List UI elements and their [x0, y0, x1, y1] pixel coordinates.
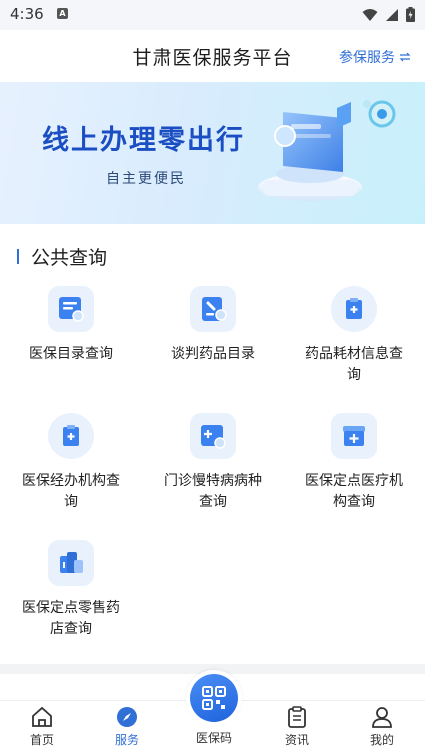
tab-label: 服务 — [114, 733, 139, 747]
insurance-service-label: 参保服务 — [339, 50, 395, 66]
section-title: 公共查询 — [31, 247, 108, 269]
service-label: 医保经办机构查询 — [22, 473, 120, 510]
wifi-icon — [362, 8, 378, 21]
chronic-disease-search-icon — [190, 413, 236, 459]
supplies-clipboard-icon — [331, 286, 377, 332]
notification-icon: A — [57, 8, 68, 19]
service-label: 医保目录查询 — [29, 346, 113, 362]
drug-list-icon — [190, 286, 236, 332]
tab-label: 医保码 — [195, 731, 232, 745]
medical-institution-icon — [331, 413, 377, 459]
agency-clipboard-icon — [48, 413, 94, 459]
service-label: 门诊慢特病病种查询 — [164, 473, 262, 510]
home-icon — [32, 706, 52, 727]
status-icons — [362, 7, 415, 22]
service-item-chronic-disease[interactable]: 门诊慢特病病种查询 — [142, 413, 284, 513]
banner-subline: 自主更便民 — [106, 171, 186, 187]
insurance-service-switch-button[interactable]: 参保服务 — [339, 47, 411, 67]
pharmacy-building-icon — [48, 540, 94, 586]
news-clipboard-icon — [288, 706, 306, 728]
compass-icon — [117, 707, 137, 727]
signal-icon — [386, 8, 398, 21]
service-label: 谈判药品目录 — [171, 346, 255, 362]
battery-icon — [406, 7, 415, 22]
status-bar: 4:36 A — [0, 0, 425, 30]
banner-illustration — [258, 100, 396, 201]
service-label: 药品耗材信息查询 — [305, 346, 403, 383]
banner-headline: 线上办理零出行 — [42, 125, 245, 156]
service-item-supplies-info[interactable]: 药品耗材信息查询 — [283, 286, 425, 386]
promo-banner[interactable]: 线上办理零出行 自主更便民 — [0, 82, 425, 224]
user-icon — [372, 707, 392, 728]
tab-mine[interactable]: 我的 — [352, 701, 412, 748]
switch-arrows-icon — [399, 52, 411, 62]
service-item-drug-list[interactable]: 谈判药品目录 — [142, 286, 284, 365]
tab-home[interactable]: 首页 — [12, 701, 72, 748]
tab-insurance-code[interactable] — [186, 670, 242, 726]
app-header: 甘肃医保服务平台 参保服务 — [0, 30, 425, 82]
status-time: 4:36 — [10, 5, 44, 23]
qr-code-icon — [202, 686, 226, 710]
service-item-pharmacy[interactable]: 医保定点零售药店查询 — [0, 540, 142, 640]
service-item-agency[interactable]: 医保经办机构查询 — [0, 413, 142, 513]
service-item-medical-institution[interactable]: 医保定点医疗机构查询 — [283, 413, 425, 513]
tab-label: 资讯 — [284, 733, 309, 747]
section-accent-bar — [17, 249, 19, 264]
tab-news[interactable]: 资讯 — [267, 701, 327, 748]
tab-label: 首页 — [29, 733, 54, 747]
tab-label: 我的 — [369, 733, 394, 747]
service-item-catalog-search[interactable]: 医保目录查询 — [0, 286, 142, 365]
service-label: 医保定点医疗机构查询 — [305, 473, 403, 510]
service-label: 医保定点零售药店查询 — [22, 600, 120, 637]
catalog-search-icon — [48, 286, 94, 332]
tab-services[interactable]: 服务 — [97, 701, 157, 748]
